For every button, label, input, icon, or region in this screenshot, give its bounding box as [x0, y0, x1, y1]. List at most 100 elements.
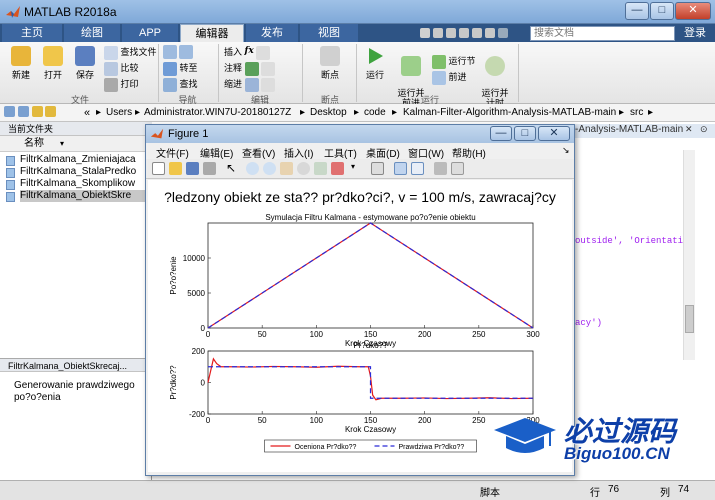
current-folder-panel: 当前文件夹 名称 ▾ FiltrKalmana_Zmieniajaca Filt…: [0, 122, 152, 490]
find-files-button[interactable]: 查找文件: [104, 45, 157, 60]
breadcrumb-src[interactable]: src: [630, 107, 643, 118]
new-label: 新建: [11, 70, 30, 80]
save-icon[interactable]: [420, 28, 430, 39]
run-and-time-button[interactable]: 运行并 计时: [478, 46, 512, 108]
up-folder-icon[interactable]: [31, 106, 43, 117]
quick-access-toolbar: [420, 27, 525, 39]
menu-desktop[interactable]: 桌面(D): [366, 145, 400, 160]
copy-icon[interactable]: [446, 28, 456, 39]
menu-file[interactable]: 文件(F): [156, 145, 189, 160]
minimize-button[interactable]: —: [625, 2, 649, 20]
tab-view[interactable]: 视图: [300, 24, 358, 42]
figure-toolbar: ↖ ▾: [146, 159, 574, 179]
paste-icon[interactable]: [459, 28, 469, 39]
file-item-selected[interactable]: FiltrKalmana_ObiektSkre: [20, 190, 150, 202]
breadcrumb-desktop[interactable]: Desktop: [310, 107, 347, 118]
colorbar-icon[interactable]: [394, 162, 407, 175]
back-forward-buttons[interactable]: [163, 45, 193, 59]
find-button[interactable]: 查找: [163, 77, 198, 92]
comment-button[interactable]: 注释: [224, 61, 276, 76]
editor-scrollbar[interactable]: [683, 150, 695, 360]
show-plot-tools-icon[interactable]: [451, 162, 464, 175]
name-column-header[interactable]: 名称 ▾: [0, 136, 152, 152]
menu-dock-icon[interactable]: ↘: [562, 145, 570, 156]
indent-label: 缩进: [224, 79, 243, 89]
name-column-label: 名称: [24, 138, 44, 149]
menu-help[interactable]: 帮助(H): [452, 145, 486, 160]
nav-buttons[interactable]: [4, 106, 57, 117]
save-button[interactable]: 保存: [70, 46, 100, 81]
run-section-button[interactable]: 运行节: [432, 54, 476, 69]
insert-button[interactable]: 插入 fx: [224, 45, 271, 60]
browse-folder-icon[interactable]: [45, 106, 57, 117]
breadcrumb-code[interactable]: code: [364, 107, 386, 118]
file-item[interactable]: FiltrKalmana_Zmieniajaca: [20, 154, 150, 166]
open-button[interactable]: 打开: [38, 46, 68, 81]
figure-close-button[interactable]: ✕: [538, 126, 570, 141]
figure-minimize-button[interactable]: —: [490, 126, 512, 141]
menu-insert[interactable]: 插入(I): [284, 145, 313, 160]
pointer-icon[interactable]: ↖: [226, 162, 239, 175]
editor-options-icon[interactable]: ⊙: [700, 124, 708, 135]
undo-icon[interactable]: [472, 28, 482, 39]
brush-icon[interactable]: [331, 162, 344, 175]
current-folder-header: 当前文件夹: [0, 122, 152, 136]
file-item[interactable]: FiltrKalmana_Skomplikow: [20, 178, 150, 190]
save-label: 保存: [75, 70, 94, 80]
breadcrumb-user[interactable]: Administrator.WIN7U-20180127Z: [144, 107, 291, 118]
tab-editor[interactable]: 编辑器: [180, 24, 244, 42]
breadcrumb-users[interactable]: Users: [106, 107, 132, 118]
save-icon[interactable]: [186, 162, 199, 175]
menu-window[interactable]: 窗口(W): [408, 145, 444, 160]
redo-icon[interactable]: [485, 28, 495, 39]
toolstrip-tabs: 主页 绘图 APP 编辑器 发布 视图 搜索文档 登录: [0, 24, 715, 42]
scrollbar-thumb[interactable]: [685, 305, 694, 333]
close-editor-icon[interactable]: ✕: [685, 124, 693, 135]
go-to-button[interactable]: 转至: [163, 61, 198, 76]
maximize-button[interactable]: □: [650, 2, 674, 20]
tab-plots[interactable]: 绘图: [64, 24, 120, 42]
menu-view[interactable]: 查看(V): [242, 145, 275, 160]
breadcrumb-project[interactable]: Kalman-Filter-Algorithm-Analysis-MATLAB-…: [403, 107, 616, 118]
run-button[interactable]: 运行: [360, 46, 390, 81]
new-figure-icon[interactable]: [152, 162, 165, 175]
hide-plot-tools-icon[interactable]: [434, 162, 447, 175]
advance-button[interactable]: 前进: [432, 70, 467, 85]
open-icon[interactable]: [169, 162, 182, 175]
zoom-in-icon[interactable]: [246, 162, 259, 175]
print-icon[interactable]: [203, 162, 216, 175]
zoom-out-icon[interactable]: [263, 162, 276, 175]
tab-home[interactable]: 主页: [2, 24, 62, 42]
y-axis-label: Pr?dko??: [169, 365, 178, 400]
legend-icon[interactable]: [411, 162, 424, 175]
indent-button[interactable]: 缩进: [224, 77, 276, 92]
pan-icon[interactable]: [280, 162, 293, 175]
back-icon[interactable]: [4, 106, 15, 117]
link-plot-icon[interactable]: [371, 162, 384, 175]
breakpoints-button[interactable]: 断点: [310, 46, 350, 81]
rotate-icon[interactable]: [297, 162, 310, 175]
new-button[interactable]: 新建: [6, 46, 36, 81]
graduation-cap-icon: [494, 418, 556, 453]
print-button[interactable]: 打印: [104, 77, 139, 92]
title-bar: MATLAB R2018a — □ ✕: [0, 0, 715, 24]
tab-publish[interactable]: 发布: [246, 24, 298, 42]
menu-edit[interactable]: 编辑(E): [200, 145, 233, 160]
file-item[interactable]: FiltrKalmana_StalaPredko: [20, 166, 150, 178]
breadcrumb-more[interactable]: «: [84, 107, 90, 119]
login-button[interactable]: 登录: [678, 26, 712, 41]
cut-icon[interactable]: [433, 28, 443, 39]
y-tick-label: 0: [201, 324, 206, 333]
tab-apps[interactable]: APP: [122, 24, 178, 42]
search-input[interactable]: 搜索文档: [530, 26, 675, 41]
menu-tools[interactable]: 工具(T): [324, 145, 357, 160]
help-icon[interactable]: [498, 28, 508, 39]
forward-icon[interactable]: [17, 106, 29, 117]
data-cursor-icon[interactable]: [314, 162, 327, 175]
brush-dropdown-icon[interactable]: ▾: [351, 162, 364, 175]
x-tick-label: 50: [258, 416, 267, 425]
figure-maximize-button[interactable]: □: [514, 126, 536, 141]
fx-icon[interactable]: fx: [245, 46, 254, 60]
close-button[interactable]: ✕: [675, 2, 711, 20]
compare-button[interactable]: 比较: [104, 61, 139, 76]
